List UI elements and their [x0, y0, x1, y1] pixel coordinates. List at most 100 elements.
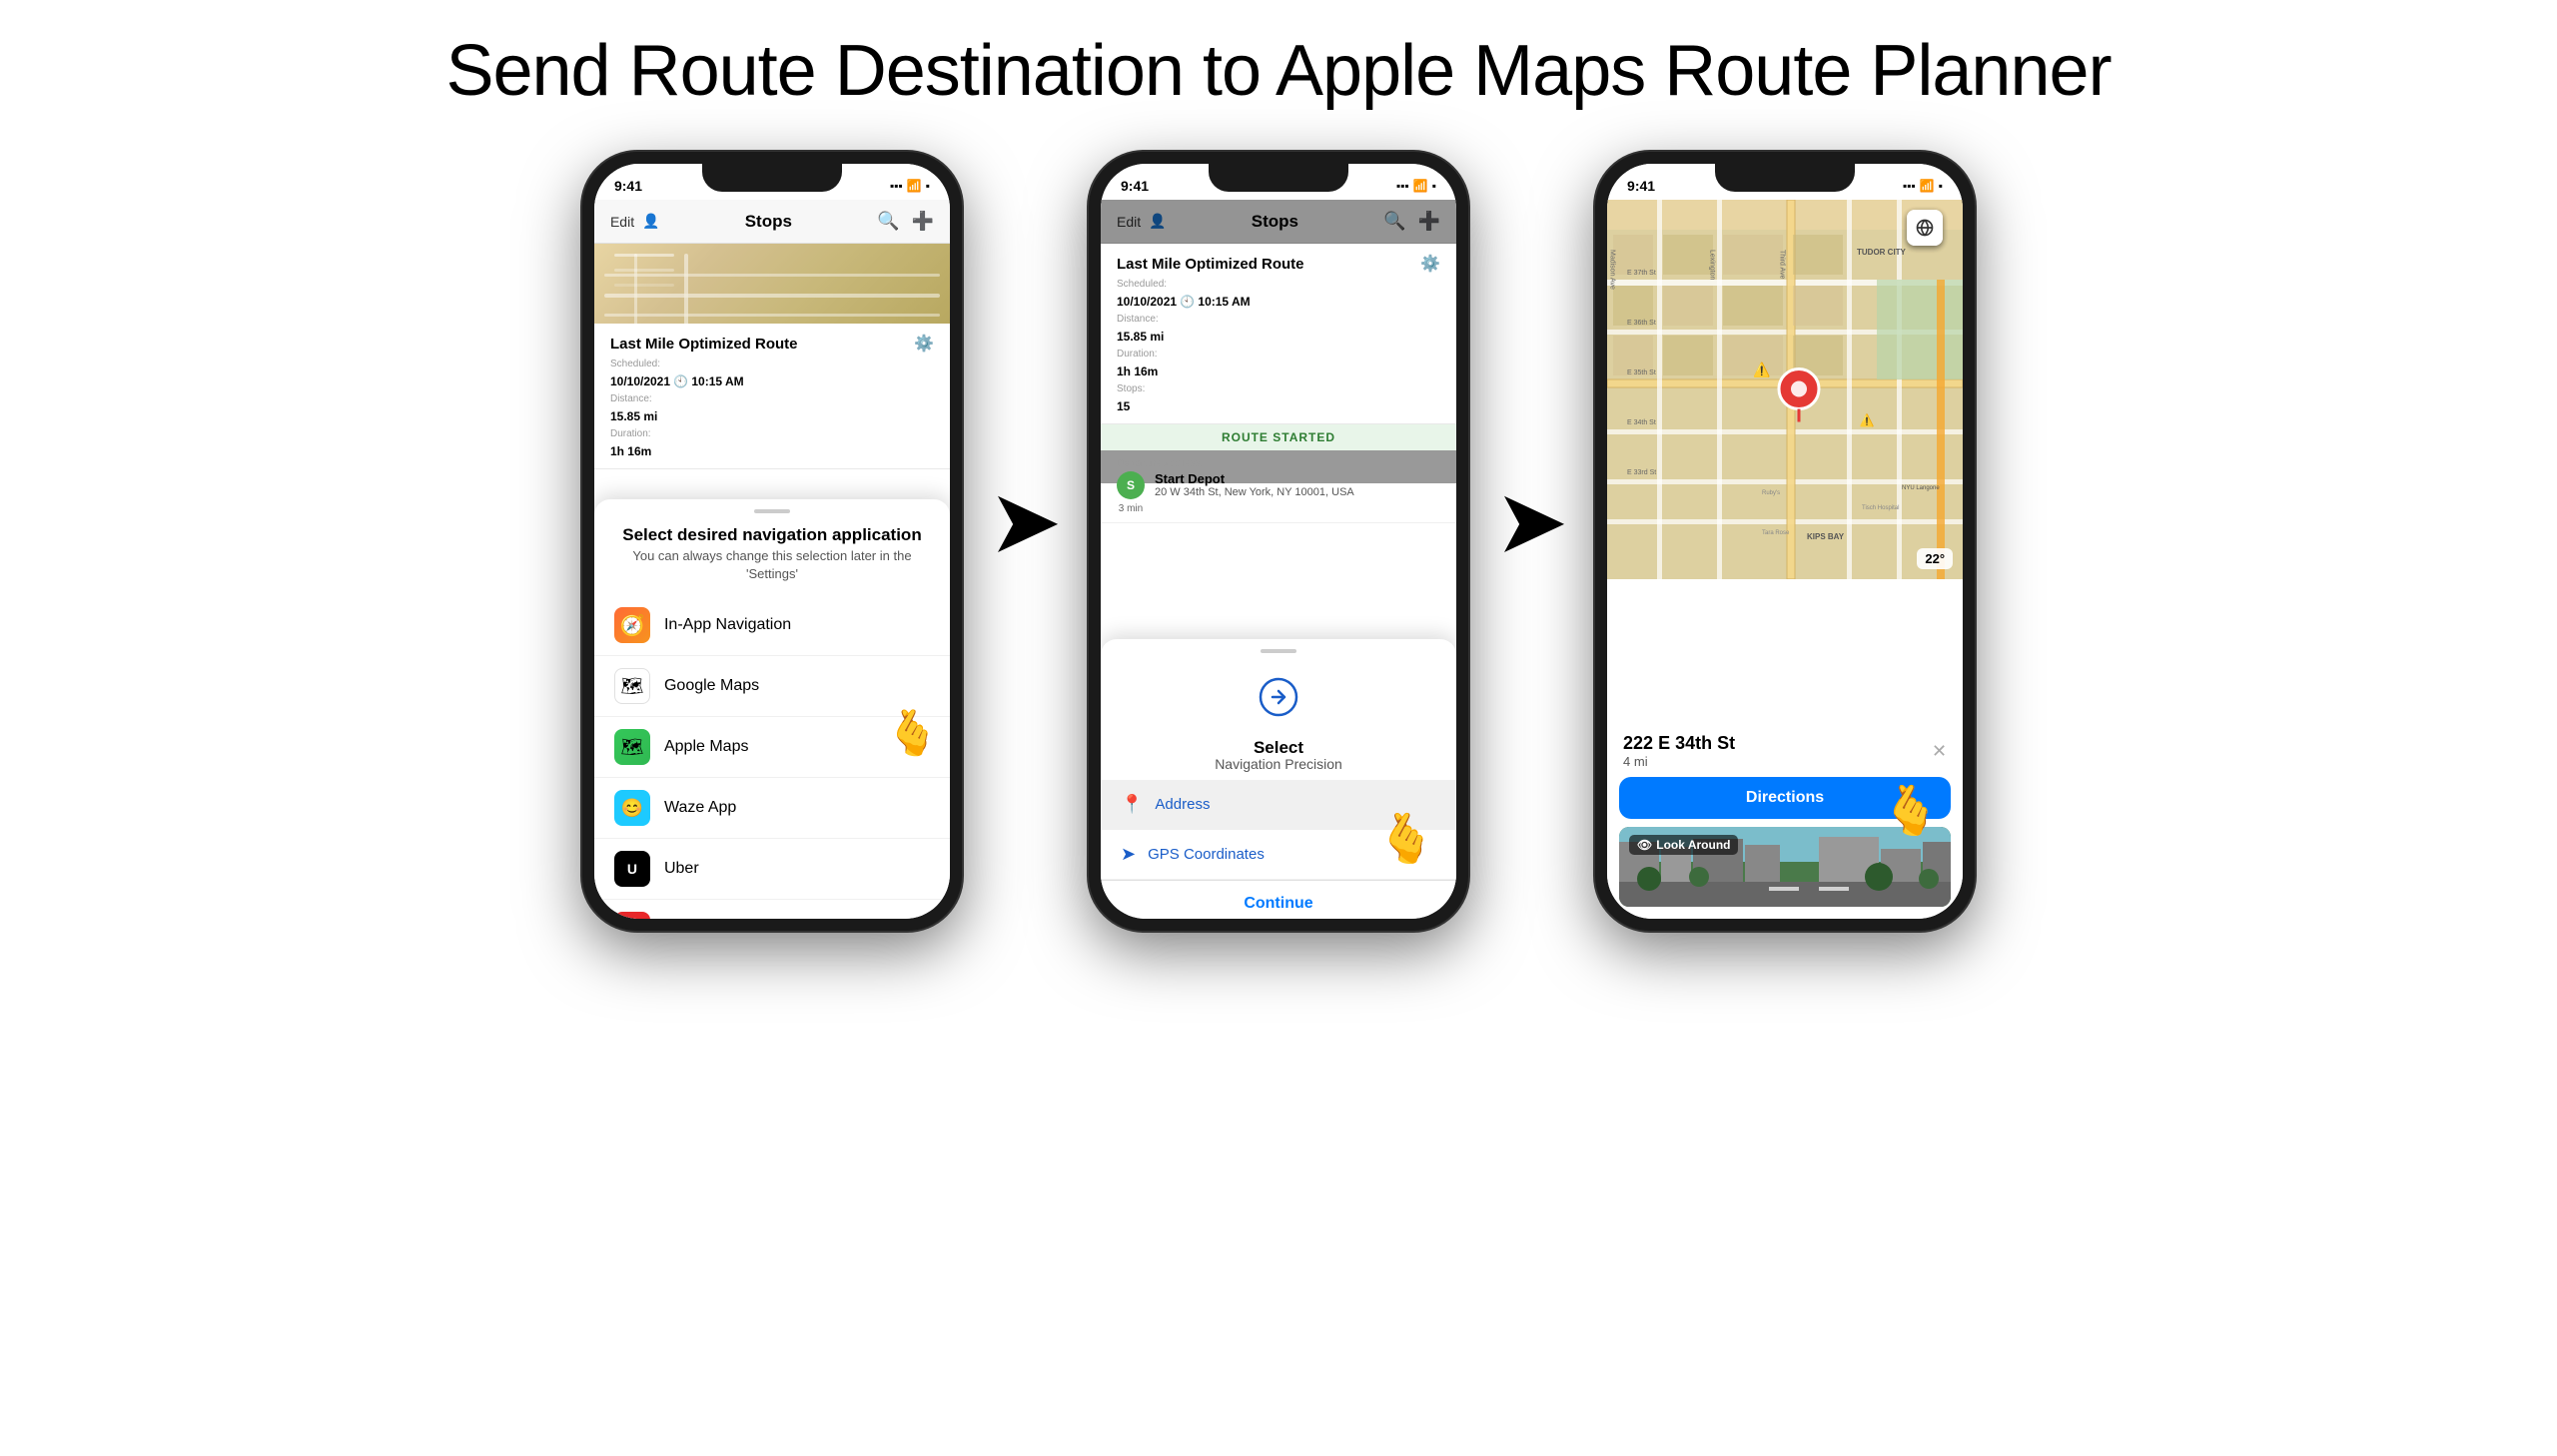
map-preview-1: [594, 244, 950, 324]
close-button-3[interactable]: ✕: [1932, 741, 1947, 762]
stops-label-2: Stops:: [1117, 383, 1145, 394]
scheduled-label-1: Scheduled:: [610, 359, 660, 369]
look-around-preview[interactable]: 👁 Look Around: [1619, 827, 1951, 907]
svg-text:Ruby's: Ruby's: [1762, 490, 1780, 496]
page-title: Send Route Destination to Apple Maps Rou…: [0, 0, 2557, 132]
svg-text:E 34th St: E 34th St: [1627, 419, 1656, 426]
duration-val-1: 1h 16m: [610, 444, 651, 458]
address-label: Address: [1155, 796, 1210, 813]
edit-btn-1[interactable]: Edit: [610, 214, 634, 230]
precision-address[interactable]: 📍 Address: [1101, 780, 1456, 830]
dist-val-2: 15.85 mi: [1117, 330, 1164, 344]
gps-icon: ➤: [1121, 844, 1136, 865]
phones-container: 9:41 ▪▪▪ 📶 ▪ Edit 👤 Stops 🔍 ➕: [0, 132, 2557, 951]
option-waze[interactable]: 😊 Waze App: [594, 778, 950, 839]
svg-text:⚠️: ⚠️: [1860, 413, 1875, 427]
wifi-icon-3: 📶: [1920, 179, 1935, 193]
precision-sheet: Select Navigation Precision 📍 Address ➤ …: [1101, 639, 1456, 919]
signal-icon-3: ▪▪▪: [1903, 179, 1916, 193]
status-icons-3: ▪▪▪ 📶 ▪: [1903, 179, 1943, 193]
stops-val-2: 15: [1117, 399, 1130, 413]
departure-label: Departure Address:: [1117, 458, 1440, 469]
option-uber[interactable]: U Uber: [594, 839, 950, 900]
settings-icon-2[interactable]: ⚙️: [1420, 254, 1440, 274]
option-google-label: Google Maps: [664, 677, 759, 695]
duration-label-1: Duration:: [610, 428, 651, 439]
temperature-badge: 22°: [1917, 548, 1953, 569]
settings-icon-1[interactable]: ⚙️: [914, 334, 934, 354]
sheet-handle-1: [754, 509, 790, 513]
signal-icon-1: ▪▪▪: [890, 179, 903, 193]
svg-text:KIPS BAY: KIPS BAY: [1807, 532, 1845, 541]
icon-inapp: 🧭: [614, 607, 650, 643]
precision-icon: [1101, 661, 1456, 734]
nav-app-sheet: Select desired navigation application Yo…: [594, 499, 950, 919]
option-inapp[interactable]: 🧭 In-App Navigation: [594, 595, 950, 656]
dur-label-2: Duration:: [1117, 349, 1158, 360]
dur-val-2: 1h 16m: [1117, 364, 1158, 378]
destination-distance: 4 mi: [1623, 754, 1735, 769]
svg-text:Madison Ave: Madison Ave: [1609, 250, 1616, 290]
notch-3: [1715, 164, 1855, 192]
sheet-title-1: Select desired navigation application: [594, 521, 950, 547]
wifi-icon-2: 📶: [1413, 179, 1428, 193]
add-icon-1[interactable]: ➕: [912, 211, 934, 232]
option-apple-label: Apple Maps: [664, 738, 749, 756]
route-info-2: Last Mile Optimized Route ⚙️ Scheduled: …: [1101, 244, 1456, 424]
stop-time: 3 min: [1119, 503, 1143, 514]
look-around-label: 👁 Look Around: [1629, 835, 1738, 855]
svg-text:Third Ave: Third Ave: [1779, 250, 1786, 280]
battery-icon-2: ▪: [1432, 179, 1436, 193]
destination-name: 222 E 34th St: [1623, 733, 1735, 754]
look-around-map-btn[interactable]: [1907, 210, 1943, 246]
arrow-2: ➤: [1498, 475, 1565, 568]
phone-2: 9:41 ▪▪▪ 📶 ▪ Edit 👤 Stops 🔍 ➕: [1089, 152, 1468, 931]
nav-title-1: Stops: [745, 212, 792, 232]
arrow-1: ➤: [992, 475, 1059, 568]
directions-button[interactable]: Directions 🫰: [1619, 777, 1951, 819]
dist-label-2: Distance:: [1117, 314, 1159, 325]
svg-text:E 37th St: E 37th St: [1627, 270, 1656, 277]
apple-maps-view: ⚠️ ⚠️ E 37th St E 36th St E 35th St E 34…: [1607, 200, 1963, 579]
sched-date-2: 10/10/2021: [1117, 295, 1177, 309]
address-icon: 📍: [1121, 794, 1143, 815]
time-1: 9:41: [614, 178, 642, 194]
person-icon-1: 👤: [642, 213, 659, 230]
precision-gps[interactable]: ➤ GPS Coordinates 🫰: [1101, 830, 1456, 880]
directions-label: Directions: [1746, 789, 1824, 806]
battery-icon-1: ▪: [926, 179, 930, 193]
search-icon-1[interactable]: 🔍: [877, 211, 899, 232]
battery-icon-3: ▪: [1939, 179, 1943, 193]
apple-maps-bottom-card: 222 E 34th St 4 mi ✕ Directions 🫰: [1607, 723, 1963, 919]
notch-1: [702, 164, 842, 192]
svg-text:E 35th St: E 35th St: [1627, 369, 1656, 376]
option-inapp-label: In-App Navigation: [664, 616, 791, 634]
time-3: 9:41: [1627, 178, 1655, 194]
phone-1: 9:41 ▪▪▪ 📶 ▪ Edit 👤 Stops 🔍 ➕: [582, 152, 962, 931]
sheet-subtitle-1: You can always change this selection lat…: [594, 547, 950, 595]
svg-text:Tara Rose: Tara Rose: [1762, 530, 1790, 536]
option-google[interactable]: 🗺 Google Maps: [594, 656, 950, 717]
sched-label-2: Scheduled:: [1117, 279, 1167, 290]
notch-2: [1209, 164, 1348, 192]
nav-bar-1: Edit 👤 Stops 🔍 ➕: [594, 200, 950, 244]
icon-apple: 🗺: [614, 729, 650, 765]
continue-button[interactable]: Continue: [1101, 880, 1456, 919]
status-icons-2: ▪▪▪ 📶 ▪: [1396, 179, 1436, 193]
departure-name: Start Depot: [1155, 471, 1354, 486]
svg-text:Tisch Hospital: Tisch Hospital: [1862, 505, 1899, 511]
gps-label: GPS Coordinates: [1148, 846, 1265, 863]
wifi-icon-1: 📶: [907, 179, 922, 193]
icon-copilot: ✈: [614, 912, 650, 919]
signal-icon-2: ▪▪▪: [1396, 179, 1409, 193]
option-uber-label: Uber: [664, 860, 699, 878]
option-apple[interactable]: 🗺 Apple Maps 🫰: [594, 717, 950, 778]
option-copilot[interactable]: ✈ CoPilot: [594, 900, 950, 919]
sched-time-2: 🕙 10:15 AM: [1180, 295, 1251, 309]
route-name-2: Last Mile Optimized Route: [1117, 256, 1304, 273]
stop-circle-s: S: [1117, 471, 1145, 499]
svg-text:⚠️: ⚠️: [1753, 362, 1770, 378]
svg-text:E 33rd St: E 33rd St: [1627, 469, 1656, 476]
distance-val-1: 15.85 mi: [610, 409, 657, 423]
departure-addr: 20 W 34th St, New York, NY 10001, USA: [1155, 486, 1354, 498]
